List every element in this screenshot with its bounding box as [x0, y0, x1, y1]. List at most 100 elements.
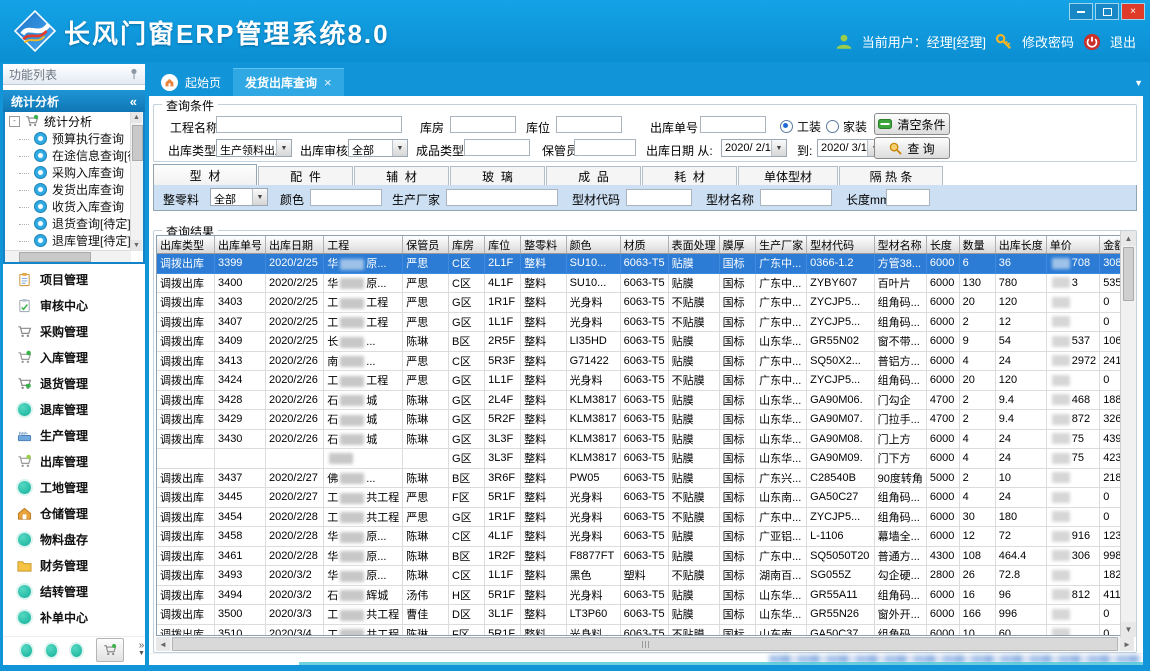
radio-gongzhuang[interactable]: 工装: [780, 118, 821, 135]
tree-root[interactable]: - 统计分析: [5, 112, 143, 130]
column-header-material[interactable]: 材质: [620, 236, 668, 254]
logout-link[interactable]: 退出: [1110, 32, 1136, 51]
close-button[interactable]: ×: [1121, 3, 1145, 20]
sidebar-menu-item[interactable]: 物料盘存: [3, 526, 145, 552]
table-row[interactable]: 调拨出库33992020/2/25华原...严思C区2L1F整料SU10...6…: [157, 254, 1133, 274]
column-header-maker[interactable]: 生产厂家: [756, 236, 807, 254]
table-row[interactable]: 调拨出库34132020/2/26南...严思C区5R3F整料G71422606…: [157, 351, 1133, 371]
clear-conditions-button[interactable]: 清空条件: [874, 113, 950, 135]
tab-home[interactable]: 起始页: [149, 68, 233, 96]
column-header-outlen[interactable]: 出库长度: [995, 236, 1046, 254]
table-row[interactable]: 调拨出库34612020/2/28华原...陈琳B区1R2F整料F8877FT6…: [157, 546, 1133, 566]
column-header-whole[interactable]: 整零料: [521, 236, 566, 254]
sidebar-menu-item[interactable]: 项目管理: [3, 266, 145, 292]
subtab[interactable]: 玻 璃: [450, 166, 545, 185]
minimize-button[interactable]: [1069, 3, 1093, 20]
hscroll-thumb[interactable]: [172, 637, 1118, 651]
sidebar-section-header[interactable]: 统计分析 «: [3, 90, 145, 112]
product-type-input[interactable]: [464, 139, 530, 156]
column-header-code[interactable]: 型材代码: [807, 236, 875, 254]
whole-part-select[interactable]: 全部 ▼: [210, 188, 268, 206]
audit-select[interactable]: 全部 ▼: [348, 139, 408, 157]
column-header-film[interactable]: 膜厚: [719, 236, 755, 254]
tree-expander-icon[interactable]: -: [9, 116, 20, 127]
tree-item[interactable]: 收货入库查询: [5, 198, 143, 215]
sidebar-menu-item[interactable]: 入库管理: [3, 344, 145, 370]
sidebar-menu-item[interactable]: 仓储管理: [3, 500, 145, 526]
column-header-qty[interactable]: 数量: [959, 236, 995, 254]
table-row[interactable]: G区3L3F整料KLM38176063-T5贴膜国标山东华...GA90M09.…: [157, 449, 1133, 469]
tree-vscroll-thumb[interactable]: [132, 125, 143, 161]
column-header-length[interactable]: 长度: [926, 236, 959, 254]
tree-hscroll-thumb[interactable]: [19, 252, 91, 262]
sidebar-menu-item[interactable]: 生产管理: [3, 422, 145, 448]
table-row[interactable]: 调拨出库35002020/3/3工共工程曹佳D区3L1F整料LT3P606063…: [157, 605, 1133, 625]
tree-item[interactable]: 采购入库查询: [5, 164, 143, 181]
maximize-button[interactable]: [1095, 3, 1119, 20]
scroll-up-icon[interactable]: ▲: [131, 112, 142, 123]
chevron-down-icon[interactable]: ▼: [392, 140, 407, 156]
sidebar-menu-item[interactable]: 出库管理: [3, 448, 145, 474]
outbound-type-select[interactable]: 生产领料出库 ▼: [216, 139, 292, 157]
tab-shipping-outbound-query[interactable]: 发货出库查询 ×: [233, 68, 344, 96]
collapse-icon[interactable]: «: [130, 94, 137, 109]
table-row[interactable]: 调拨出库34242020/2/26工工程严思G区1L1F整料光身料6063-T5…: [157, 371, 1133, 391]
scroll-left-icon[interactable]: ◄: [156, 637, 170, 651]
chevron-down-icon[interactable]: ▼: [276, 140, 291, 156]
sidebar-menu-item[interactable]: 报废管理: [3, 630, 145, 635]
expand-more-icon[interactable]: »▼: [138, 642, 145, 658]
tree-item[interactable]: 发货出库查询: [5, 181, 143, 198]
sidebar-menu-item[interactable]: 退货管理: [3, 370, 145, 396]
column-header-warehouse[interactable]: 库房: [449, 236, 485, 254]
tree-item[interactable]: 退货查询[待定]: [5, 215, 143, 232]
pin-icon[interactable]: [129, 68, 139, 80]
tree-horizontal-scrollbar[interactable]: [5, 250, 131, 262]
sidebar-menu-item[interactable]: 工地管理: [3, 474, 145, 500]
change-password-link[interactable]: 修改密码: [1022, 32, 1074, 51]
tree-vertical-scrollbar[interactable]: ▲ ▼: [130, 112, 143, 251]
sidebar-menu-item[interactable]: 审核中心: [3, 292, 145, 318]
keeper-input[interactable]: [574, 139, 636, 156]
scroll-right-icon[interactable]: ►: [1120, 637, 1134, 651]
order-no-input[interactable]: [700, 116, 766, 133]
table-row[interactable]: 调拨出库34372020/2/27佛...陈琳B区3R6F整料PW056063-…: [157, 468, 1133, 488]
table-row[interactable]: 调拨出库35102020/3/4工共工程陈琳F区5R1F整料光身料6063-T5…: [157, 624, 1133, 636]
subtab[interactable]: 单体型材: [738, 166, 838, 185]
profile-name-input[interactable]: [760, 189, 832, 206]
length-input[interactable]: [886, 189, 930, 206]
sidebar-menu-item[interactable]: 退库管理: [3, 396, 145, 422]
sidebar-menu-item[interactable]: 财务管理: [3, 552, 145, 578]
scroll-down-icon[interactable]: ▼: [1121, 622, 1136, 637]
table-row[interactable]: 调拨出库34452020/2/27工共工程严思F区5R1F整料光身料6063-T…: [157, 488, 1133, 508]
column-header-price[interactable]: 单价: [1046, 236, 1099, 254]
maker-input[interactable]: [446, 189, 558, 206]
table-row[interactable]: 调拨出库34582020/2/28华原...陈琳C区4L1F整料光身料6063-…: [157, 527, 1133, 547]
table-row[interactable]: 调拨出库34932020/3/2华原...陈琳C区1L1F整料黑色塑料不贴膜国标…: [157, 566, 1133, 586]
column-header-color[interactable]: 颜色: [566, 236, 620, 254]
subtab[interactable]: 辅 材: [354, 166, 449, 185]
column-header-project[interactable]: 工程: [324, 236, 403, 254]
chevron-down-icon[interactable]: ▼: [771, 140, 786, 156]
tree-item[interactable]: 在途信息查询[待: [5, 147, 143, 164]
teal-dot-icon[interactable]: [21, 644, 32, 657]
table-row[interactable]: 调拨出库34002020/2/25华原...严思C区4L1F整料SU10...6…: [157, 273, 1133, 293]
search-button[interactable]: 查 询: [874, 137, 950, 159]
chevron-down-icon[interactable]: ▼: [252, 189, 267, 205]
teal-dot-icon[interactable]: [71, 644, 82, 657]
subtab[interactable]: 成 品: [546, 166, 641, 185]
subtab[interactable]: 耗 材: [642, 166, 737, 185]
column-header-surface[interactable]: 表面处理: [668, 236, 719, 254]
table-row[interactable]: 调拨出库34542020/2/28工共工程严思G区1R1F整料光身料6063-T…: [157, 507, 1133, 527]
vscroll-thumb[interactable]: [1123, 247, 1134, 301]
table-row[interactable]: 调拨出库34282020/2/26石城陈琳G区2L4F整料KLM38176063…: [157, 390, 1133, 410]
warehouse-input[interactable]: [450, 116, 516, 133]
project-name-input[interactable]: [216, 116, 402, 133]
radio-jiazhuang[interactable]: 家装: [826, 118, 867, 135]
table-row[interactable]: 调拨出库34092020/2/25长...陈琳B区2R5F整料LI35HD606…: [157, 332, 1133, 352]
tab-list-dropdown-icon[interactable]: ▼: [1134, 78, 1143, 88]
cart-toolbar-button[interactable]: [96, 638, 124, 662]
table-row[interactable]: 调拨出库34072020/2/25工工程严思G区1L1F整料光身料6063-T5…: [157, 312, 1133, 332]
column-header-date[interactable]: 出库日期: [265, 236, 323, 254]
profile-code-input[interactable]: [626, 189, 692, 206]
sidebar-menu-item[interactable]: 结转管理: [3, 578, 145, 604]
